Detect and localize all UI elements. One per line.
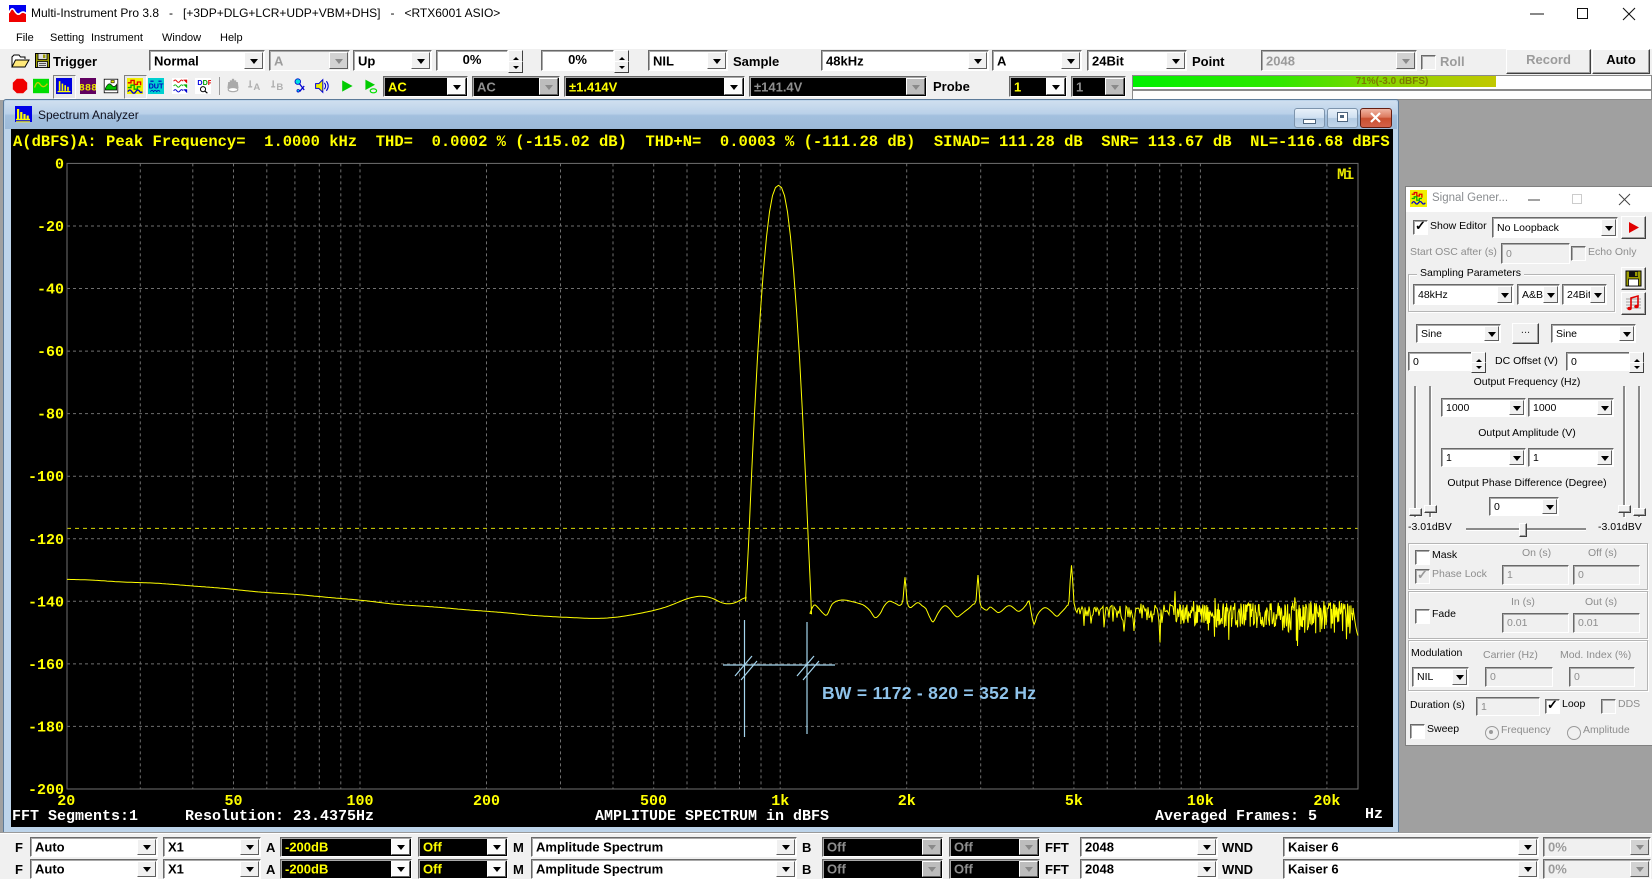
svg-text:A(dBFS)A: Peak Frequency= 1.0: A(dBFS)A: Peak Frequency= 1.0000 kHz THD… (13, 133, 1390, 151)
svg-text:-100: -100 (28, 469, 64, 486)
svg-text:200: 200 (473, 793, 500, 810)
svg-text:0: 0 (55, 156, 64, 173)
svg-text:Mi: Mi (1337, 166, 1354, 184)
svg-text:DDP: DDP (197, 78, 211, 87)
svg-text:-160: -160 (28, 657, 64, 674)
svg-text:B: B (276, 82, 283, 93)
svg-text:AMPLITUDE SPECTRUM in dBFS: AMPLITUDE SPECTRUM in dBFS (595, 808, 829, 825)
svg-text:A: A (253, 82, 260, 93)
svg-text:BW = 1172 - 820 = 352 Hz: BW = 1172 - 820 = 352 Hz (822, 683, 1036, 703)
svg-text:-20: -20 (37, 219, 64, 236)
svg-text:-120: -120 (28, 532, 64, 549)
svg-text:5k: 5k (1065, 793, 1083, 810)
svg-text:DUT: DUT (149, 81, 164, 90)
svg-text:2k: 2k (898, 793, 916, 810)
svg-text:FFT Segments:1: FFT Segments:1 (12, 808, 138, 825)
svg-text:20k: 20k (1313, 793, 1340, 810)
svg-text:-40: -40 (37, 282, 64, 299)
svg-text:Hz: Hz (1365, 806, 1383, 823)
svg-text:Resolution: 23.4375Hz: Resolution: 23.4375Hz (185, 808, 374, 825)
svg-text:Averaged Frames: 5: Averaged Frames: 5 (1155, 808, 1317, 825)
svg-text:-140: -140 (28, 594, 64, 611)
svg-text:888: 888 (80, 82, 96, 94)
svg-text:-60: -60 (37, 344, 64, 361)
svg-text:-80: -80 (37, 407, 64, 424)
svg-text:-180: -180 (28, 719, 64, 736)
